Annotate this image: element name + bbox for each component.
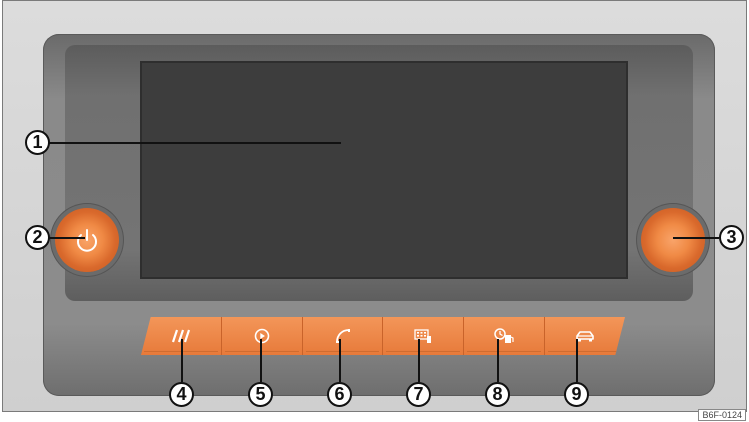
callout-7: 7: [406, 382, 431, 407]
media-play-icon: [254, 328, 270, 344]
display-screen: [140, 61, 628, 279]
callout-5-leader: [260, 339, 262, 382]
callout-8: 8: [485, 382, 510, 407]
callout-1: 1: [25, 130, 50, 155]
keypad-icon: [414, 329, 432, 343]
phone-button[interactable]: [303, 317, 384, 355]
keypad-button[interactable]: [383, 317, 465, 355]
power-icon: [77, 229, 97, 252]
callout-2-leader: [49, 237, 85, 239]
reference-code: B6F-0124: [698, 409, 746, 421]
car-button[interactable]: [545, 317, 625, 355]
power-volume-knob[interactable]: [55, 208, 119, 272]
callout-3: 3: [719, 225, 744, 250]
callout-8-leader: [497, 339, 499, 382]
callout-6: 6: [327, 382, 352, 407]
function-button-bar: [141, 317, 625, 355]
callout-3-leader: [673, 237, 719, 239]
media-button[interactable]: [222, 317, 303, 355]
callout-2: 2: [25, 225, 50, 250]
callout-9-leader: [576, 339, 578, 382]
callout-6-leader: [339, 339, 341, 382]
callout-7-leader: [418, 339, 420, 382]
callout-9: 9: [564, 382, 589, 407]
callout-4-leader: [181, 339, 183, 382]
fuel-clock-button[interactable]: [464, 317, 546, 355]
callout-1-leader: [49, 142, 341, 144]
phone-handset-icon: [335, 329, 350, 343]
callout-5: 5: [248, 382, 273, 407]
tuning-knob[interactable]: [641, 208, 705, 272]
callout-4: 4: [169, 382, 194, 407]
diagram-frame: 1 2 3 4 5 6 7 8 9: [2, 0, 747, 412]
